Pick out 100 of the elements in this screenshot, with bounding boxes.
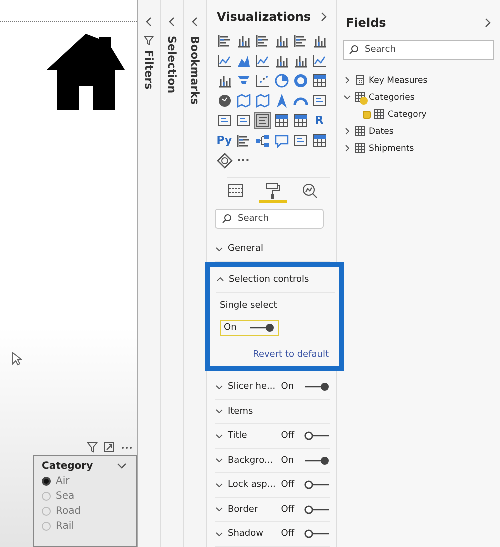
table-icon [355, 126, 366, 137]
card-icon [312, 92, 328, 108]
visual-type-button[interactable]: ··· [235, 152, 252, 169]
radio-button[interactable] [42, 522, 51, 531]
visual-type-button[interactable]: R [311, 112, 328, 129]
toggle-state-label: Off [281, 480, 296, 490]
chevron-right-icon[interactable] [343, 127, 352, 136]
pane-label[interactable]: Filters [142, 50, 156, 90]
magnifier-chart-icon [302, 183, 318, 199]
pane-tab[interactable] [259, 183, 287, 203]
toggle-off-icon[interactable] [304, 504, 330, 515]
section-header[interactable]: General [228, 244, 286, 254]
visual-type-button[interactable] [292, 32, 309, 49]
search-field[interactable]: Search [343, 40, 494, 60]
toggle-off-icon[interactable] [304, 480, 330, 490]
toggle-switch[interactable]: On [220, 320, 279, 336]
calculator-icon [355, 75, 366, 86]
toggle-state-label: On [281, 382, 296, 392]
card-icon [236, 112, 252, 128]
filter-icon[interactable] [87, 442, 98, 453]
visual-type-button[interactable] [254, 132, 271, 149]
section-header[interactable]: Slicer he... [228, 382, 278, 392]
chevron-down-icon[interactable] [215, 407, 224, 416]
donut-chart-icon [292, 72, 308, 88]
house-icon [45, 32, 127, 112]
checkbox[interactable] [363, 110, 371, 118]
column-field-icon [374, 109, 385, 120]
chevron-right-icon[interactable] [343, 76, 352, 85]
search-field[interactable]: Search [215, 209, 324, 230]
tree-diagram-icon [254, 132, 270, 148]
card-icon [216, 112, 232, 128]
field-table-row[interactable]: Categories [343, 89, 494, 106]
visual-type-button[interactable] [273, 72, 290, 89]
pane-label[interactable]: Bookmarks [188, 36, 202, 105]
toggle-off-icon[interactable] [304, 431, 330, 442]
setting-label: Single select [220, 301, 278, 312]
slicer-item-label: Sea [56, 491, 75, 502]
visual-type-button[interactable] [311, 72, 328, 89]
visual-type-button[interactable] [292, 72, 309, 89]
visual-type-button[interactable] [254, 112, 271, 129]
map-icon [236, 92, 252, 108]
bar-chart-icon [292, 32, 308, 48]
focus-mode-icon[interactable] [104, 442, 115, 453]
pie-chart-icon [274, 72, 290, 88]
section-header[interactable]: Items [228, 406, 286, 417]
field-row[interactable]: Category [343, 106, 494, 123]
pane-label[interactable]: Selection [166, 36, 178, 94]
section-header[interactable]: Backgro... [228, 456, 278, 466]
scatter-chart-icon [254, 72, 270, 88]
section-header[interactable]: Selection controls [229, 274, 310, 285]
toggle-on-icon[interactable] [304, 382, 330, 392]
table-icon [355, 143, 366, 154]
visual-type-button[interactable] [216, 152, 233, 169]
section-header[interactable]: Border [228, 504, 278, 515]
visual-type-button[interactable] [311, 132, 328, 149]
visual-type-button[interactable] [254, 32, 271, 49]
visual-type-button[interactable] [254, 92, 271, 109]
visual-type-button[interactable]: Py [216, 132, 233, 149]
radio-button[interactable] [42, 492, 51, 501]
visual-type-button[interactable] [235, 92, 252, 109]
toggle-off-icon[interactable] [304, 529, 330, 540]
visual-type-button[interactable] [311, 52, 328, 69]
field-table-row[interactable]: Dates [343, 123, 494, 140]
toggle-on-icon[interactable] [304, 456, 330, 466]
chevron-down-icon[interactable] [215, 244, 224, 254]
field-table-row[interactable]: Key Measures [343, 72, 494, 89]
visual-type-button[interactable] [216, 32, 233, 49]
search-icon [222, 214, 232, 224]
table-icon [292, 112, 308, 128]
visual-type-button[interactable] [254, 52, 271, 69]
slicer-item-label: Rail [56, 521, 74, 532]
chevron-down-icon[interactable] [343, 93, 352, 102]
chevron-right-icon[interactable] [343, 144, 352, 153]
section-header[interactable]: Lock asp... [228, 480, 278, 490]
field-table-row[interactable]: Shipments [343, 140, 494, 157]
fields-grid-icon [228, 183, 244, 199]
chevron-down-icon[interactable] [215, 505, 224, 514]
radio-button[interactable] [42, 477, 51, 486]
chevron-down-icon[interactable] [215, 480, 224, 490]
chevron-down-icon[interactable] [215, 432, 224, 441]
chevron-down-icon[interactable] [215, 456, 224, 466]
visual-type-button[interactable] [216, 52, 233, 69]
table-icon [274, 112, 290, 128]
visual-type-button[interactable] [273, 112, 290, 129]
visual-type-button[interactable] [292, 112, 309, 129]
visual-type-button[interactable] [235, 132, 252, 149]
filter-icon [144, 36, 154, 46]
radio-button[interactable] [42, 507, 51, 516]
chevron-down-icon[interactable] [215, 530, 224, 539]
slicer-item-label: Road [56, 506, 82, 517]
visual-type-button[interactable] [254, 72, 271, 89]
map-icon [254, 92, 270, 108]
section-header[interactable]: Shadow [228, 529, 278, 540]
line-chart-icon [254, 52, 270, 68]
slicer-title: Category [42, 460, 94, 472]
bar-chart-icon [216, 32, 232, 48]
table-icon [312, 72, 328, 88]
section-header[interactable]: Title [228, 431, 278, 442]
chevron-down-icon[interactable] [215, 382, 224, 392]
revert-to-default-link[interactable]: Revert to default [253, 350, 329, 360]
